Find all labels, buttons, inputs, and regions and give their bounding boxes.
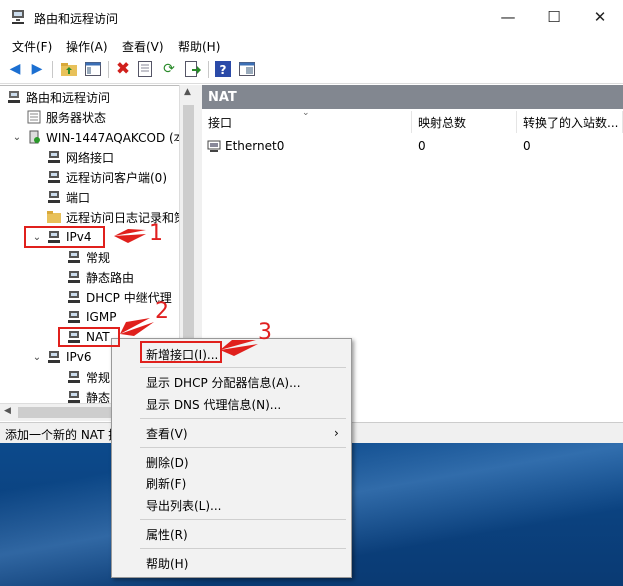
annotation-arrow-1 <box>114 229 146 243</box>
annotation-number-1: 1 <box>149 221 163 246</box>
annotation-number-2: 2 <box>155 299 169 324</box>
annotation-arrow-3 <box>220 340 258 356</box>
annotation-arrows <box>114 229 258 356</box>
annotation-number-3: 3 <box>258 320 272 345</box>
annotation-arrow-2 <box>120 318 154 336</box>
